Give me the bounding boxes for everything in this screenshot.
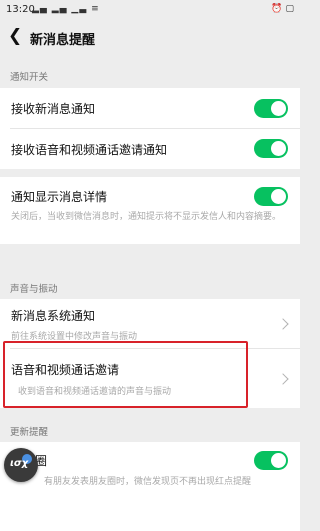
row-receive-new-msg: 接收新消息通知	[0, 88, 300, 129]
status-right-icons: ⏰ ▢	[271, 4, 294, 14]
row-description: 关闭后，当收到微信消息时，通知提示将不显示发信人和内容摘要。	[11, 212, 282, 222]
toggle-knob	[271, 189, 286, 204]
row-moments: 朋友圈 有朋友发表朋友圈时，微信发现页不再出现红点提醒	[0, 442, 300, 531]
section-title-update-reminder: 更新提醒	[10, 427, 49, 438]
chevron-right-icon	[277, 373, 289, 385]
toggle-knob	[271, 141, 286, 156]
nav-bar: ❮ 新消息提醒	[0, 20, 300, 54]
floating-avatar[interactable]: ισχ	[4, 448, 38, 482]
highlight-box	[3, 341, 248, 408]
status-bar: 13:20 ▂▄ ▂▄ ▁▃ ≡ ⏰ ▢	[0, 0, 300, 20]
row-label: 接收新消息通知	[11, 102, 96, 116]
row-description: 有朋友发表朋友圈时，微信发现页不再出现红点提醒	[44, 477, 252, 487]
chevron-right-icon	[277, 318, 289, 330]
row-receive-call-invite: 接收语音和视频通话邀请通知	[0, 129, 300, 169]
status-time: 13:20	[6, 4, 35, 15]
page-title: 新消息提醒	[30, 33, 96, 48]
row-label: 接收语音和视频通话邀请通知	[11, 143, 168, 157]
signal-icons: ▂▄ ▂▄ ▁▃ ≡	[32, 4, 100, 14]
section-title-notify-switch: 通知开关	[10, 72, 49, 83]
toggle-knob	[271, 453, 286, 468]
moments-toggle[interactable]	[254, 451, 288, 470]
receive-new-msg-toggle[interactable]	[254, 99, 288, 118]
toggle-knob	[271, 101, 286, 116]
avatar-text: ισχ	[10, 458, 29, 469]
row-label: 新消息系统通知	[11, 309, 96, 323]
back-arrow-icon[interactable]: ❮	[8, 26, 22, 46]
row-show-details: 通知显示消息详情 关闭后，当收到微信消息时，通知提示将不显示发信人和内容摘要。	[0, 177, 300, 244]
receive-call-invite-toggle[interactable]	[254, 139, 288, 158]
section-title-sound-vibrate: 声音与振动	[10, 284, 58, 295]
show-details-toggle[interactable]	[254, 187, 288, 206]
row-label: 通知显示消息详情	[11, 190, 108, 204]
